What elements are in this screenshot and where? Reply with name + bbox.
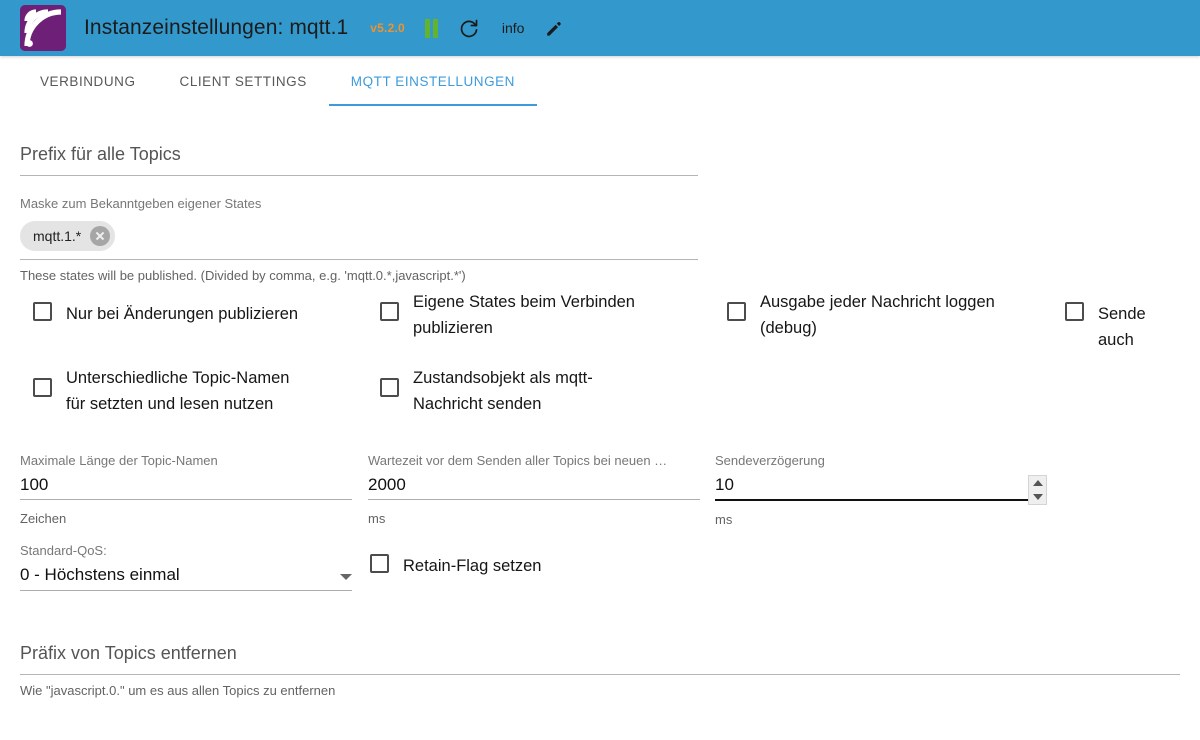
page-title: Instanzeinstellungen: mqtt.1 xyxy=(84,16,349,39)
info-button[interactable]: info xyxy=(502,20,525,36)
mask-chip[interactable]: mqtt.1.* xyxy=(20,221,116,251)
qos-selected-value: 0 - Höchstens einmal xyxy=(20,565,180,584)
stepper-up-icon[interactable] xyxy=(1032,480,1043,486)
checkbox-box-icon[interactable] xyxy=(1065,302,1084,321)
wartezeit-input[interactable]: 2000 xyxy=(368,468,700,499)
tab-mqtt-einstellungen[interactable]: MQTT EINSTELLUNGEN xyxy=(328,56,538,106)
pencil-edit-icon[interactable] xyxy=(544,19,563,38)
checkbox-label: Unterschiedliche Topic-Namen für setzten… xyxy=(66,369,290,413)
field-help: ms xyxy=(715,512,733,527)
app-header: Instanzeinstellungen: mqtt.1 v5.2.0 info xyxy=(0,0,1200,56)
inputs-row: Maximale Länge der Topic-Namen 100 Zeich… xyxy=(20,453,1180,543)
tab-verbindung[interactable]: VERBINDUNG xyxy=(18,56,158,106)
refresh-icon[interactable] xyxy=(458,17,480,39)
checkbox-row-1: Nur bei Änderungen publizieren Eigene St… xyxy=(20,293,1180,375)
checkbox-retain-flag[interactable]: Retain-Flag setzen xyxy=(370,553,542,579)
mask-helper-text: These states will be published. (Divided… xyxy=(20,268,466,283)
checkbox-box-icon[interactable] xyxy=(380,378,399,397)
prefix-section-title: Prefix für alle Topics xyxy=(20,144,181,164)
mask-chip-label: mqtt.1.* xyxy=(33,228,82,244)
checkbox-label: Sende auch xyxy=(1098,305,1146,349)
checkbox-box-icon[interactable] xyxy=(33,378,52,397)
checkbox-label: Nur bei Änderungen publizieren xyxy=(66,305,299,323)
field-wartezeit: Wartezeit vor dem Senden aller Topics be… xyxy=(368,453,700,526)
sendeverzoegerung-input[interactable]: 10 xyxy=(715,468,1047,499)
qos-select-group[interactable]: Standard-QoS: 0 - Höchstens einmal xyxy=(20,543,352,591)
checkbox-box-icon[interactable] xyxy=(380,302,399,321)
mask-chips-row: mqtt.1.* xyxy=(20,211,1180,259)
field-label: Wartezeit vor dem Senden aller Topics be… xyxy=(368,453,668,468)
chevron-down-icon[interactable] xyxy=(340,574,352,580)
checkbox-label: Eigene States beim Verbinden publizieren xyxy=(413,293,635,337)
checkbox-zustandsobjekt-als-mqtt-nachricht[interactable]: Zustandsobjekt als mqtt- Nachricht sende… xyxy=(380,365,593,417)
tab-bar: VERBINDUNG CLIENT SETTINGS MQTT EINSTELL… xyxy=(0,56,1200,106)
settings-content: Prefix für alle Topics Maske zum Bekannt… xyxy=(0,106,1200,698)
checkbox-box-icon[interactable] xyxy=(727,302,746,321)
checkbox-row-2: Unterschiedliche Topic-Namen für setzten… xyxy=(20,369,1180,447)
checkbox-label: Retain-Flag setzen xyxy=(403,557,542,575)
checkbox-eigene-states-beim-verbinden[interactable]: Eigene States beim Verbinden publizieren xyxy=(380,289,635,341)
qos-select[interactable]: 0 - Höchstens einmal xyxy=(20,558,352,590)
remove-prefix-helper: Wie "javascript.0." um es aus allen Topi… xyxy=(20,683,336,698)
field-label: Maximale Länge der Topic-Namen xyxy=(20,453,218,468)
chip-remove-icon[interactable] xyxy=(90,226,111,246)
iobroker-logo-icon xyxy=(20,5,66,51)
field-label: Sendeverzögerung xyxy=(715,453,825,468)
number-stepper[interactable] xyxy=(1028,475,1047,505)
checkbox-label: Ausgabe jeder Nachricht loggen (debug) xyxy=(760,293,995,337)
field-help: Zeichen xyxy=(20,511,67,526)
checkbox-label: Zustandsobjekt als mqtt- Nachricht sende… xyxy=(413,369,593,413)
field-help: ms xyxy=(368,511,386,526)
mask-field-label: Maske zum Bekanntgeben eigener States xyxy=(20,196,262,211)
stepper-down-icon[interactable] xyxy=(1032,494,1043,500)
maximale-laenge-input[interactable]: 100 xyxy=(20,468,352,499)
checkbox-unterschiedliche-topic-namen[interactable]: Unterschiedliche Topic-Namen für setzten… xyxy=(33,365,289,417)
tab-client-settings[interactable]: CLIENT SETTINGS xyxy=(158,56,329,106)
qos-underline xyxy=(20,590,352,591)
qos-row: Standard-QoS: 0 - Höchstens einmal Retai… xyxy=(20,543,1180,621)
prefix-section-divider xyxy=(20,175,698,176)
checkbox-sende-auch[interactable]: Sende auch xyxy=(1065,301,1180,353)
field-sendeverzoegerung: Sendeverzögerung 10 ms xyxy=(715,453,1047,527)
remove-prefix-section-title: Präfix von Topics entfernen xyxy=(20,643,237,663)
checkbox-ausgabe-jeder-nachricht-loggen[interactable]: Ausgabe jeder Nachricht loggen (debug) xyxy=(727,289,995,341)
checkbox-nur-bei-aenderungen[interactable]: Nur bei Änderungen publizieren xyxy=(33,301,298,327)
pause-icon[interactable] xyxy=(424,18,438,38)
version-badge: v5.2.0 xyxy=(370,21,405,35)
checkbox-box-icon[interactable] xyxy=(33,302,52,321)
checkbox-box-icon[interactable] xyxy=(370,554,389,573)
qos-label: Standard-QoS: xyxy=(20,543,107,558)
field-maximale-laenge: Maximale Länge der Topic-Namen 100 Zeich… xyxy=(20,453,352,526)
